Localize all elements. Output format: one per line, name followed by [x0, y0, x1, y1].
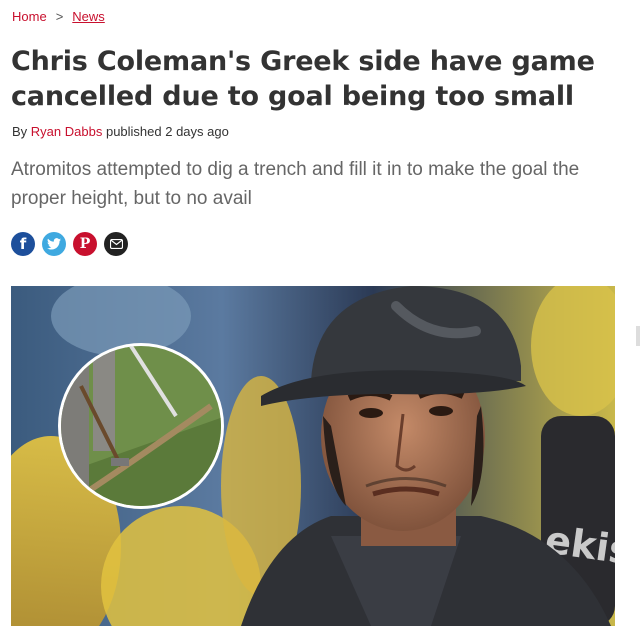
email-icon	[109, 239, 123, 249]
byline-prefix: By	[12, 124, 28, 139]
article-standfirst: Atromitos attempted to dig a trench and …	[11, 159, 580, 209]
hero-photo: ekis	[11, 286, 615, 626]
author-link[interactable]: Ryan Dabbs	[31, 124, 103, 139]
breadcrumb-home-link[interactable]: Home	[12, 9, 47, 24]
published-time: published 2 days ago	[105, 124, 229, 139]
pinterest-icon: P	[79, 236, 91, 252]
pinterest-share-button[interactable]: P	[73, 232, 97, 256]
article-title: Chris Coleman's Greek side have game can…	[11, 46, 595, 112]
email-share-button[interactable]	[104, 232, 128, 256]
article-byline: By Ryan Dabbs published 2 days ago	[12, 124, 229, 139]
share-bar: f P	[11, 232, 128, 256]
facebook-share-button[interactable]: f	[11, 232, 35, 256]
facebook-icon: f	[19, 235, 27, 253]
breadcrumb-news-link[interactable]: News	[72, 9, 105, 24]
breadcrumb-separator: >	[55, 9, 64, 24]
breadcrumb: Home > News	[12, 9, 105, 24]
hero-image[interactable]: ekis	[11, 286, 615, 626]
twitter-icon	[47, 238, 61, 250]
twitter-share-button[interactable]	[42, 232, 66, 256]
page-scrollbar[interactable]	[636, 326, 640, 346]
